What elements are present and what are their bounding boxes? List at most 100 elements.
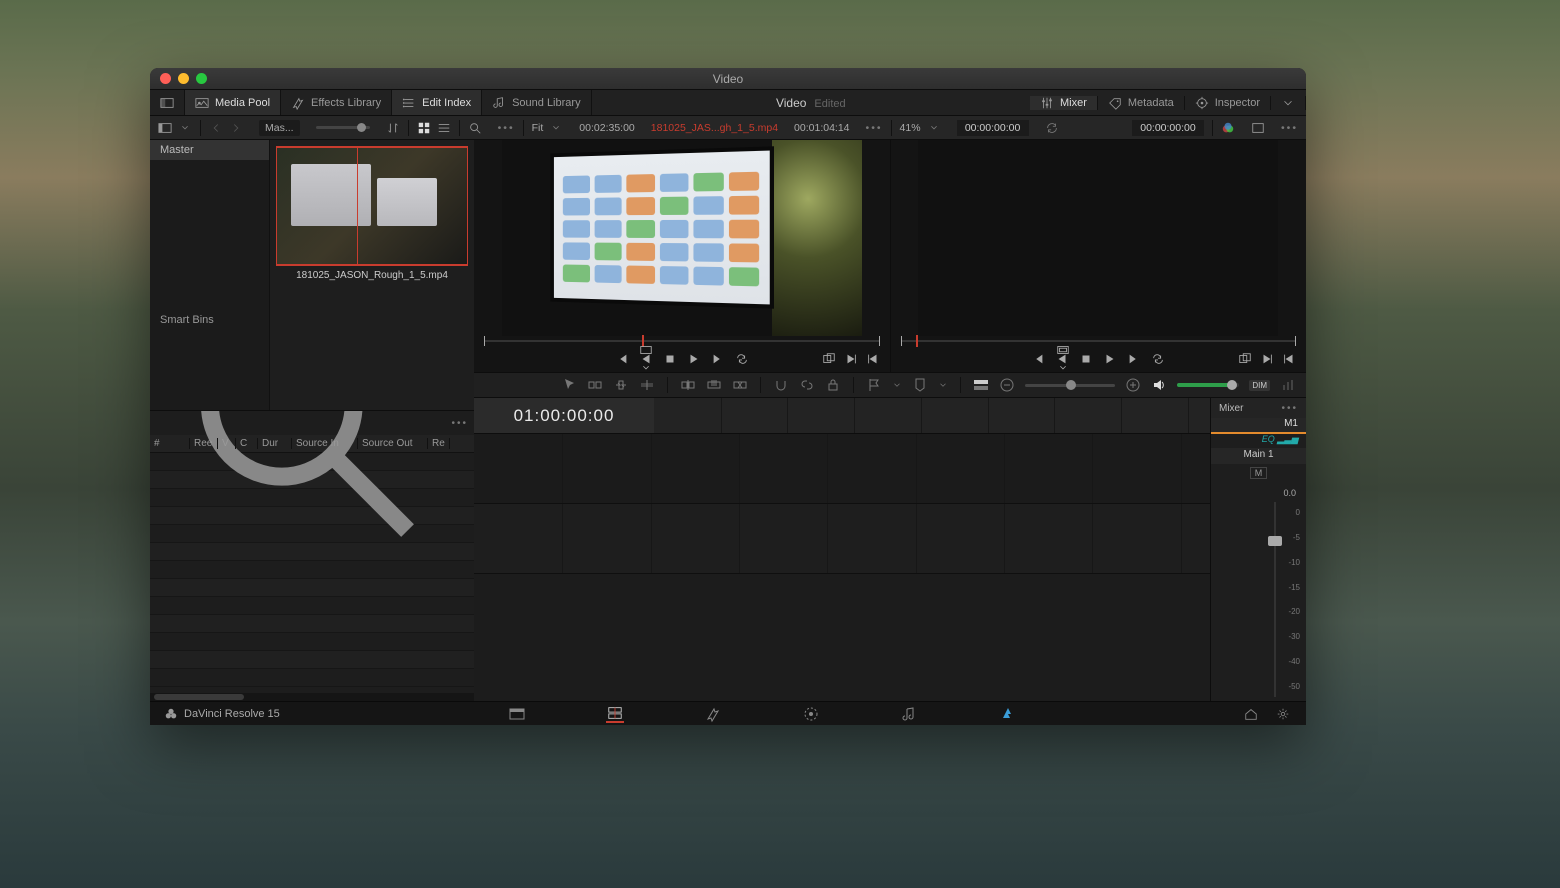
zoom-in-icon[interactable] (1125, 377, 1141, 393)
edit-index-options-button[interactable]: ••• (451, 418, 468, 429)
col-src-in[interactable]: Source In (292, 438, 358, 449)
zoom-out-icon[interactable] (999, 377, 1015, 393)
insert-clip-icon[interactable] (680, 377, 696, 393)
snap-icon[interactable] (773, 377, 789, 393)
flag-icon[interactable] (866, 377, 882, 393)
zoom-icon[interactable] (196, 73, 207, 84)
chevron-down-icon[interactable] (549, 121, 563, 135)
metadata-tab[interactable]: Metadata (1098, 96, 1185, 110)
timeline-viewer-image[interactable] (918, 140, 1278, 336)
edit-page-icon[interactable] (606, 705, 624, 723)
single-viewer-icon[interactable] (1251, 121, 1265, 135)
source-viewer-image[interactable] (502, 140, 862, 336)
timeline-tracks[interactable] (474, 434, 1210, 701)
timeline-zoom-slider[interactable] (1025, 384, 1115, 387)
col-reel[interactable]: Ree (190, 438, 218, 449)
overlay-mode-icon[interactable] (639, 343, 653, 357)
mark-in-icon[interactable] (844, 352, 858, 366)
bin-dropdown[interactable]: Mas... (259, 120, 300, 136)
sort-icon[interactable] (386, 121, 400, 135)
deliver-page-icon[interactable] (998, 705, 1016, 723)
sound-library-tab[interactable]: Sound Library (482, 90, 592, 115)
timeline-out-timecode[interactable] (1132, 120, 1204, 136)
smart-bins-header[interactable]: Smart Bins (150, 310, 269, 330)
overwrite-clip-icon[interactable] (706, 377, 722, 393)
inspector-tab[interactable]: Inspector (1185, 96, 1271, 110)
color-page-icon[interactable] (802, 705, 820, 723)
thumbnail-size-slider[interactable] (316, 126, 370, 129)
col-v[interactable]: V (218, 438, 236, 449)
chevron-down-icon[interactable] (938, 377, 948, 393)
audio-track[interactable] (474, 504, 1210, 574)
src-options-button[interactable]: ••• (858, 122, 891, 134)
timeline-zoom-dropdown[interactable]: 41% (900, 122, 921, 134)
chevron-down-icon[interactable] (1056, 361, 1070, 375)
minimize-icon[interactable] (178, 73, 189, 84)
search-icon[interactable] (468, 121, 482, 135)
mark-out-icon[interactable] (866, 352, 880, 366)
bin-master[interactable]: Master (150, 140, 269, 160)
mark-out-icon[interactable] (1282, 352, 1296, 366)
chevron-down-icon[interactable] (927, 121, 941, 135)
gear-icon[interactable] (1276, 707, 1290, 721)
timeline-ruler[interactable]: 01:00:00:00 (474, 398, 1210, 434)
speaker-icon[interactable] (1151, 377, 1167, 393)
chevron-down-icon[interactable] (639, 361, 653, 375)
home-icon[interactable] (1244, 707, 1258, 721)
search-icon[interactable] (156, 410, 443, 567)
col-dur[interactable]: Dur (258, 438, 292, 449)
grid-view-icon[interactable] (417, 121, 431, 135)
sync-icon[interactable] (1045, 121, 1059, 135)
media-options-button[interactable]: ••• (490, 122, 523, 134)
timeline-body[interactable]: 01:00:00:00 (474, 398, 1210, 701)
src-fit-dropdown[interactable]: Fit (532, 122, 544, 134)
lock-icon[interactable] (825, 377, 841, 393)
timeline-view-icon[interactable] (973, 377, 989, 393)
col-num[interactable]: # (150, 438, 190, 449)
sidebar-toggle-icon[interactable] (158, 121, 172, 135)
arrow-tool-icon[interactable] (561, 377, 577, 393)
horizontal-scrollbar[interactable] (150, 693, 474, 701)
col-rec[interactable]: Re (428, 438, 450, 449)
close-icon[interactable] (160, 73, 171, 84)
trim-tool-icon[interactable] (587, 377, 603, 393)
col-c[interactable]: C (236, 438, 258, 449)
meters-icon[interactable] (1280, 377, 1296, 393)
effects-library-tab[interactable]: Effects Library (281, 90, 392, 115)
nav-forward-icon[interactable] (229, 121, 243, 135)
marker-icon[interactable] (912, 377, 928, 393)
mixer-mute-button[interactable]: M (1211, 468, 1306, 484)
link-icon[interactable] (799, 377, 815, 393)
mixer-options-button[interactable]: ••• (1281, 403, 1298, 414)
mark-in-icon[interactable] (1260, 352, 1274, 366)
timeline-options-button[interactable]: ••• (1273, 122, 1306, 134)
dynamic-trim-icon[interactable] (613, 377, 629, 393)
video-track[interactable] (474, 434, 1210, 504)
edit-index-tab[interactable]: Edit Index (392, 90, 482, 115)
bypass-color-icon[interactable] (1221, 121, 1235, 135)
mixer-tab[interactable]: Mixer (1030, 96, 1098, 110)
mixer-fader[interactable]: 0 -5 -10 -15 -20 -30 -40 -50 (1211, 502, 1306, 697)
workspace-layout-button[interactable] (150, 90, 185, 115)
mixer-channel-tab[interactable]: M1 (1211, 418, 1306, 434)
match-frame-icon[interactable] (822, 352, 836, 366)
list-view-icon[interactable] (437, 121, 451, 135)
clip-thumbnail[interactable]: 181025_JASON_Rough_1_5.mp4 (276, 146, 468, 281)
fusion-page-icon[interactable] (704, 705, 722, 723)
toolbar-expand-button[interactable] (1271, 96, 1306, 110)
timeline-in-timecode[interactable] (957, 120, 1029, 136)
nav-back-icon[interactable] (209, 121, 223, 135)
chevron-down-icon[interactable] (178, 121, 192, 135)
replace-clip-icon[interactable] (732, 377, 748, 393)
blade-tool-icon[interactable] (639, 377, 655, 393)
match-frame-icon[interactable] (1238, 352, 1252, 366)
col-src-out[interactable]: Source Out (358, 438, 428, 449)
fairlight-page-icon[interactable] (900, 705, 918, 723)
volume-slider[interactable] (1177, 383, 1239, 387)
mixer-eq-label[interactable]: EQ ▂▃▅ (1211, 434, 1306, 448)
chevron-down-icon[interactable] (892, 377, 902, 393)
media-page-icon[interactable] (508, 705, 526, 723)
media-pool-tab[interactable]: Media Pool (185, 90, 281, 115)
safe-area-icon[interactable] (1056, 343, 1070, 357)
dim-button[interactable]: DIM (1249, 380, 1270, 391)
